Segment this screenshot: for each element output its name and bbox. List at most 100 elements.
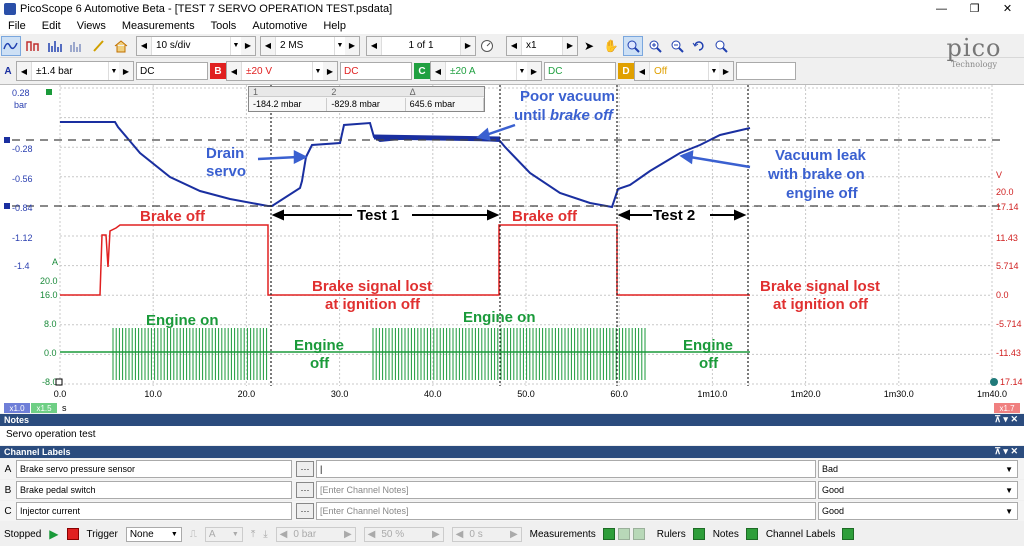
trigger-falling-icon[interactable]: ⤓ — [263, 529, 267, 540]
range-next-icon[interactable]: ▶ — [719, 62, 733, 80]
range-prev-icon[interactable]: ◀ — [431, 62, 445, 80]
menu-tools[interactable]: Tools — [203, 20, 245, 32]
menu-help[interactable]: Help — [315, 20, 354, 32]
spectrum-mode-icon[interactable] — [45, 36, 65, 56]
channel-d-settings[interactable]: D ◀ Off ▼ ▶ — [618, 61, 796, 81]
zoom-in-icon[interactable] — [645, 36, 665, 56]
more-options-button[interactable]: ··· — [296, 482, 314, 498]
channel-label-name-field[interactable]: Brake servo pressure sensor — [16, 460, 292, 478]
range-prev-icon[interactable]: ◀ — [635, 62, 649, 80]
timebase-prev-icon[interactable]: ◀ — [137, 36, 151, 55]
range-next-icon[interactable]: ▶ — [119, 62, 133, 80]
trigger-rising-icon[interactable]: ⤒ — [251, 529, 255, 540]
menu-views[interactable]: Views — [69, 20, 114, 32]
channel-b-range-value[interactable]: ±20 V — [241, 62, 313, 80]
zoom-next-icon[interactable]: ▶ — [563, 36, 577, 55]
notes-panel-controls[interactable]: ⊼ ▾ ✕ — [994, 414, 1018, 425]
chevron-down-icon[interactable]: ▼ — [1005, 465, 1013, 474]
timebase-control[interactable]: ◀ 10 s/div ▼ ▶ — [136, 35, 256, 56]
channel-status-select[interactable]: Bad ▼ — [818, 460, 1018, 478]
range-next-icon[interactable]: ▶ — [527, 62, 541, 80]
home-icon[interactable] — [111, 36, 131, 56]
range-next-icon[interactable]: ▶ — [323, 62, 337, 80]
channel-notes-field[interactable]: [Enter Channel Notes] — [316, 481, 816, 499]
channel-a-range[interactable]: ◀ ±1.4 bar ▼ ▶ — [16, 61, 134, 81]
samples-next-icon[interactable]: ▶ — [345, 36, 359, 55]
add-measurement-button[interactable] — [602, 528, 615, 540]
zoom-factor-control[interactable]: ◀ x1 ▶ — [506, 35, 578, 56]
trigger-delay-field[interactable]: ◀ 0 s ▶ — [451, 526, 522, 542]
notes-toggle-button[interactable] — [745, 528, 758, 540]
channel-label-name-field[interactable]: Brake pedal switch — [16, 481, 292, 499]
stop-icon[interactable] — [66, 528, 79, 540]
channel-c-coupling[interactable]: DC — [544, 62, 616, 80]
delete-measurement-button[interactable] — [632, 528, 645, 540]
range-prev-icon[interactable]: ◀ — [227, 62, 241, 80]
channel-c-settings[interactable]: C ◀ ±20 A ▼ ▶ DC — [414, 61, 616, 81]
zoom-select-icon[interactable] — [623, 35, 643, 56]
edit-measurement-button[interactable] — [617, 528, 630, 540]
probe-icon[interactable] — [89, 36, 109, 56]
page-next-icon[interactable]: ▶ — [461, 36, 475, 55]
channel-labels-toggle-button[interactable] — [842, 528, 855, 540]
scope-view[interactable]: 0.28 bar -0.28 -0.56 -0.84 -1.12 -1.4 A … — [0, 84, 1024, 413]
zoom-prev-icon[interactable]: ◀ — [507, 36, 521, 55]
hand-icon[interactable]: ✋ — [601, 36, 621, 56]
ruler-handle-2[interactable] — [4, 203, 10, 209]
chevron-down-icon[interactable]: ▼ — [1005, 507, 1013, 516]
zoom-value[interactable]: x1 — [521, 36, 563, 55]
chevron-down-icon[interactable]: ▼ — [109, 68, 119, 75]
pointer-icon[interactable]: ➤ — [579, 36, 599, 56]
timebase-value[interactable]: 10 s/div — [151, 36, 231, 55]
samples-prev-icon[interactable]: ◀ — [261, 36, 275, 55]
timebase-next-icon[interactable]: ▶ — [241, 36, 255, 55]
chevron-down-icon[interactable]: ▼ — [171, 531, 178, 538]
trigger-position-field[interactable]: ◀ 50 % ▶ — [363, 526, 444, 542]
stopwatch-icon[interactable] — [477, 36, 497, 56]
chevron-down-icon[interactable]: ▼ — [517, 68, 527, 75]
restore-button[interactable]: ❐ — [958, 0, 991, 17]
channel-d-range[interactable]: ◀ Off ▼ ▶ — [634, 61, 734, 81]
zoom-out-icon[interactable] — [667, 36, 687, 56]
channel-label-name-field[interactable]: Injector current — [16, 502, 292, 520]
chevron-down-icon[interactable]: ▼ — [335, 42, 345, 49]
persistence-mode-icon[interactable] — [23, 36, 43, 56]
channel-d-coupling[interactable] — [736, 62, 796, 80]
trigger-mode-select[interactable]: None ▼ — [125, 526, 182, 542]
chevron-down-icon[interactable]: ▼ — [1005, 486, 1013, 495]
samples-control[interactable]: ◀ 2 MS ▼ ▶ — [260, 35, 360, 56]
channel-status-select[interactable]: Good ▼ — [818, 481, 1018, 499]
more-options-button[interactable]: ··· — [296, 461, 314, 477]
scope-plot[interactable]: 0.28 bar -0.28 -0.56 -0.84 -1.12 -1.4 A … — [0, 85, 1024, 414]
close-button[interactable]: ✕ — [991, 0, 1024, 17]
chevron-down-icon[interactable]: ▼ — [313, 68, 323, 75]
trigger-edge-icon[interactable]: ⎍ — [190, 529, 197, 540]
chevron-down-icon[interactable]: ▼ — [232, 531, 239, 538]
menu-automotive[interactable]: Automotive — [244, 20, 315, 32]
range-prev-icon[interactable]: ◀ — [17, 62, 31, 80]
channel-labels-controls[interactable]: ⊼ ▾ ✕ — [994, 446, 1018, 457]
samples-value[interactable]: 2 MS — [275, 36, 335, 55]
channel-notes-field[interactable]: [Enter Channel Notes] — [316, 502, 816, 520]
chevron-down-icon[interactable]: ▼ — [709, 68, 719, 75]
scope-mode-icon[interactable] — [1, 35, 21, 56]
page-prev-icon[interactable]: ◀ — [367, 36, 381, 55]
more-options-button[interactable]: ··· — [296, 503, 314, 519]
trigger-channel-select[interactable]: A ▼ — [204, 526, 243, 542]
page-control[interactable]: ◀ 1 of 1 ▶ — [366, 35, 476, 56]
spectrum-alt-icon[interactable] — [67, 36, 87, 56]
notes-text-area[interactable]: Servo operation test — [0, 426, 1024, 445]
menu-file[interactable]: File — [0, 20, 34, 32]
channel-b-settings[interactable]: B ◀ ±20 V ▼ ▶ DC — [210, 61, 412, 81]
channel-a-settings[interactable]: A ◀ ±1.4 bar ▼ ▶ DC — [0, 61, 208, 81]
undo-zoom-icon[interactable] — [689, 36, 709, 56]
channel-c-range[interactable]: ◀ ±20 A ▼ ▶ — [430, 61, 542, 81]
channel-a-range-value[interactable]: ±1.4 bar — [31, 62, 109, 80]
zoom-fit-icon[interactable] — [711, 36, 731, 56]
channel-c-range-value[interactable]: ±20 A — [445, 62, 517, 80]
menu-measurements[interactable]: Measurements — [114, 20, 203, 32]
minimize-button[interactable]: — — [925, 0, 958, 17]
chevron-down-icon[interactable]: ▼ — [231, 42, 241, 49]
channel-notes-field[interactable]: | — [316, 460, 816, 478]
channel-a-coupling[interactable]: DC — [136, 62, 208, 80]
